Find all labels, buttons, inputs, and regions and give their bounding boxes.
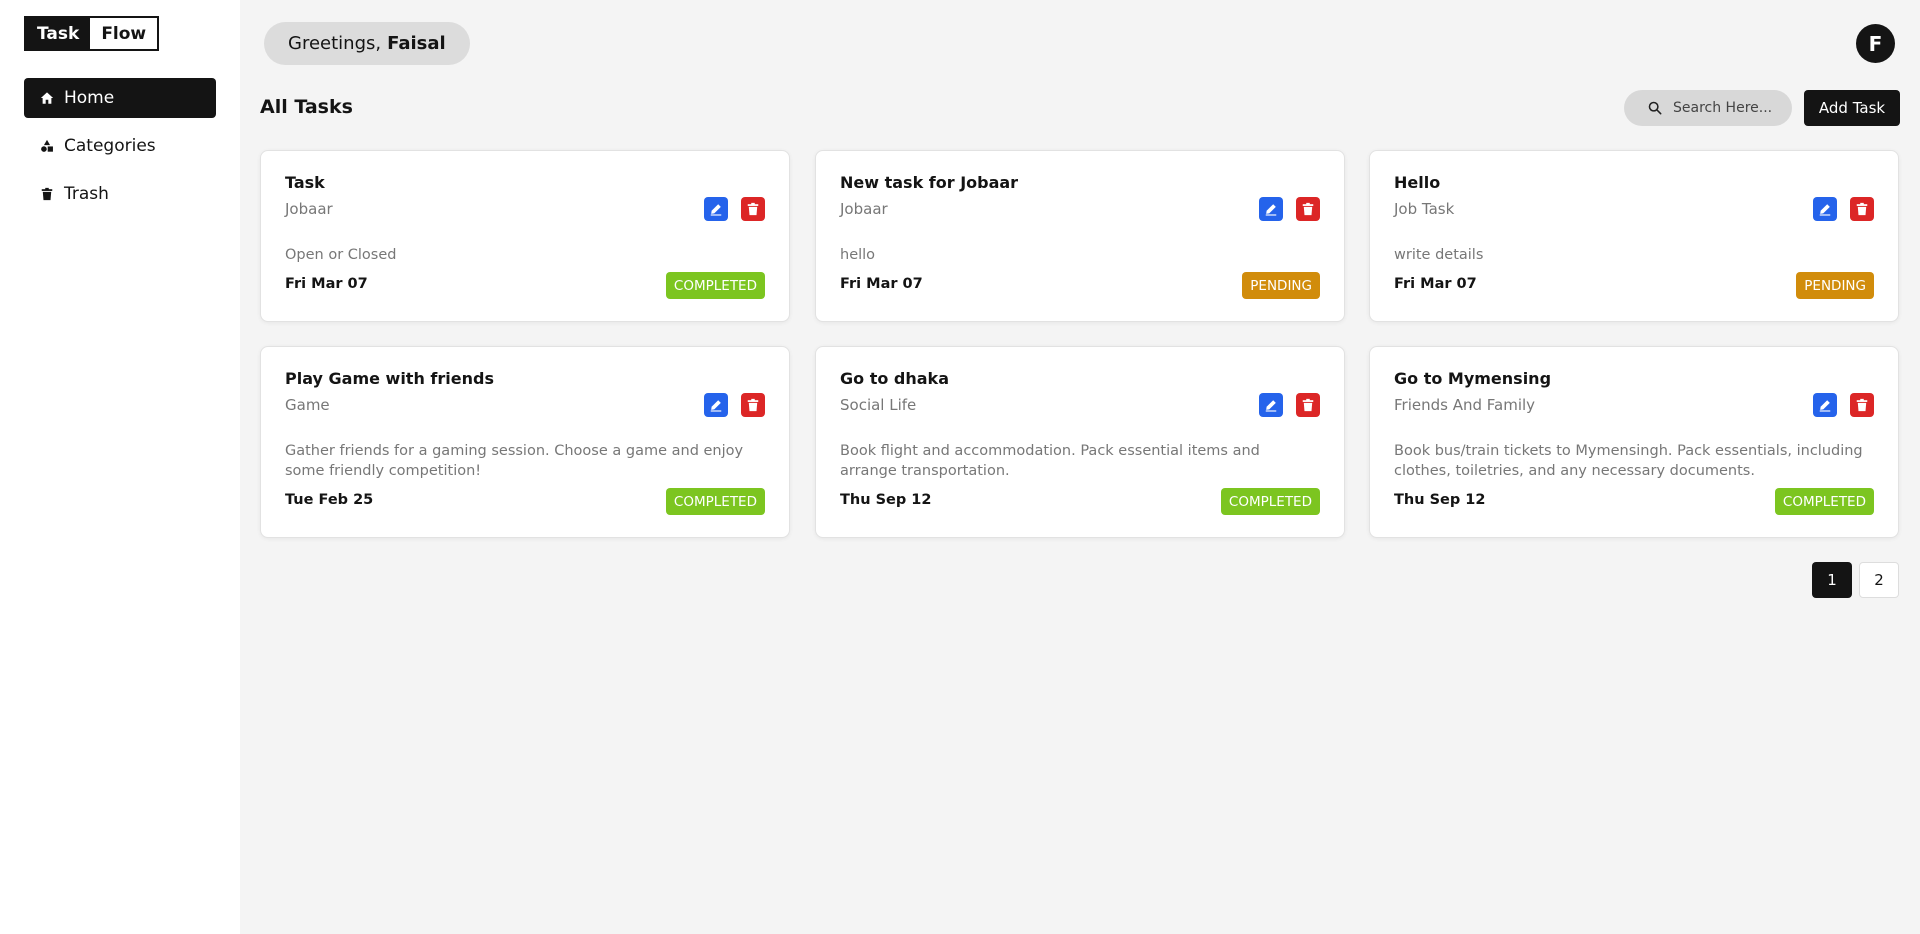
task-description: Book bus/train tickets to Mymensingh. Pa… [1394,443,1863,479]
delete-button[interactable] [741,393,765,417]
search-icon [1648,101,1662,115]
avatar[interactable]: F [1856,24,1895,63]
pencil-icon [1265,204,1277,216]
shapes-icon [41,139,53,152]
page-title: All Tasks [260,96,353,118]
search-input[interactable] [1673,100,1783,116]
sidebar-item-label: Home [64,88,115,108]
trash-icon [1302,202,1314,216]
task-date: Thu Sep 12 [840,492,932,508]
task-description: hello [840,247,876,263]
task-card: Go to Mymensing Friends And Family Book … [1369,346,1899,538]
delete-button[interactable] [741,197,765,221]
task-category: Jobaar [285,200,333,218]
greeting-text: Greetings, [288,33,382,54]
task-description: Gather friends for a gaming session. Cho… [285,443,744,479]
home-icon [40,92,54,104]
status-badge: COMPLETED [1774,488,1874,515]
sidebar: Task Flow Home Categories Trash [0,0,240,934]
edit-button[interactable] [1813,197,1837,221]
task-description: Open or Closed [285,247,397,263]
delete-button[interactable] [1850,393,1874,417]
page-button-1[interactable]: 1 [1812,562,1852,598]
task-card: Task Jobaar Open or Closed Fri Mar 07 CO… [260,150,790,322]
trash-icon [1302,398,1314,412]
delete-button[interactable] [1296,197,1320,221]
edit-button[interactable] [704,197,728,221]
task-category: Friends And Family [1394,396,1536,414]
task-card: Play Game with friends Game Gather frien… [260,346,790,538]
task-title: Go to Mymensing [1394,369,1552,388]
sidebar-item-label: Trash [64,184,109,204]
task-date: Thu Sep 12 [1394,492,1486,508]
task-category: Job Task [1394,200,1455,218]
search-box[interactable] [1624,90,1792,126]
logo[interactable]: Task Flow [24,16,160,51]
edit-button[interactable] [1259,197,1283,221]
trash-icon [1856,398,1868,412]
pencil-icon [710,400,722,412]
trash-icon [747,202,759,216]
sidebar-item-categories[interactable]: Categories [24,126,216,166]
logo-part-flow: Flow [90,18,158,49]
add-task-button[interactable]: Add Task [1804,90,1900,126]
task-date: Fri Mar 07 [285,276,368,292]
task-date: Tue Feb 25 [285,492,374,508]
delete-button[interactable] [1850,197,1874,221]
edit-button[interactable] [1259,393,1283,417]
status-badge: COMPLETED [665,272,765,299]
task-date: Fri Mar 07 [840,276,923,292]
greeting: Greetings, Faisal [264,22,470,65]
status-badge: PENDING [1796,272,1874,299]
sidebar-item-label: Categories [64,136,156,156]
pencil-icon [710,204,722,216]
pencil-icon [1819,204,1831,216]
task-title: Task [285,173,325,192]
sidebar-item-home[interactable]: Home [24,78,216,118]
task-title: Hello [1394,173,1441,192]
edit-button[interactable] [1813,393,1837,417]
trash-icon [1856,202,1868,216]
task-description: write details [1394,247,1484,263]
status-badge: COMPLETED [1220,488,1320,515]
task-title: Play Game with friends [285,369,494,388]
pencil-icon [1265,400,1277,412]
task-category: Game [285,396,330,414]
delete-button[interactable] [1296,393,1320,417]
pencil-icon [1819,400,1831,412]
task-category: Social Life [840,396,917,414]
status-badge: COMPLETED [665,488,765,515]
task-card: New task for Jobaar Jobaar hello Fri Mar… [815,150,1345,322]
task-category: Jobaar [840,200,888,218]
task-title: Go to dhaka [840,369,949,388]
logo-part-task: Task [26,18,91,49]
trash-icon [747,398,759,412]
trash-icon [41,187,53,201]
page-button-2[interactable]: 2 [1859,562,1899,598]
user-name: Faisal [387,33,446,54]
task-card: Hello Job Task write details Fri Mar 07 … [1369,150,1899,322]
task-title: New task for Jobaar [840,173,1019,192]
edit-button[interactable] [704,393,728,417]
task-description: Book flight and accommodation. Pack esse… [840,443,1260,479]
status-badge: PENDING [1242,272,1320,299]
task-card: Go to dhaka Social Life Book flight and … [815,346,1345,538]
sidebar-item-trash[interactable]: Trash [24,174,216,214]
task-date: Fri Mar 07 [1394,276,1477,292]
